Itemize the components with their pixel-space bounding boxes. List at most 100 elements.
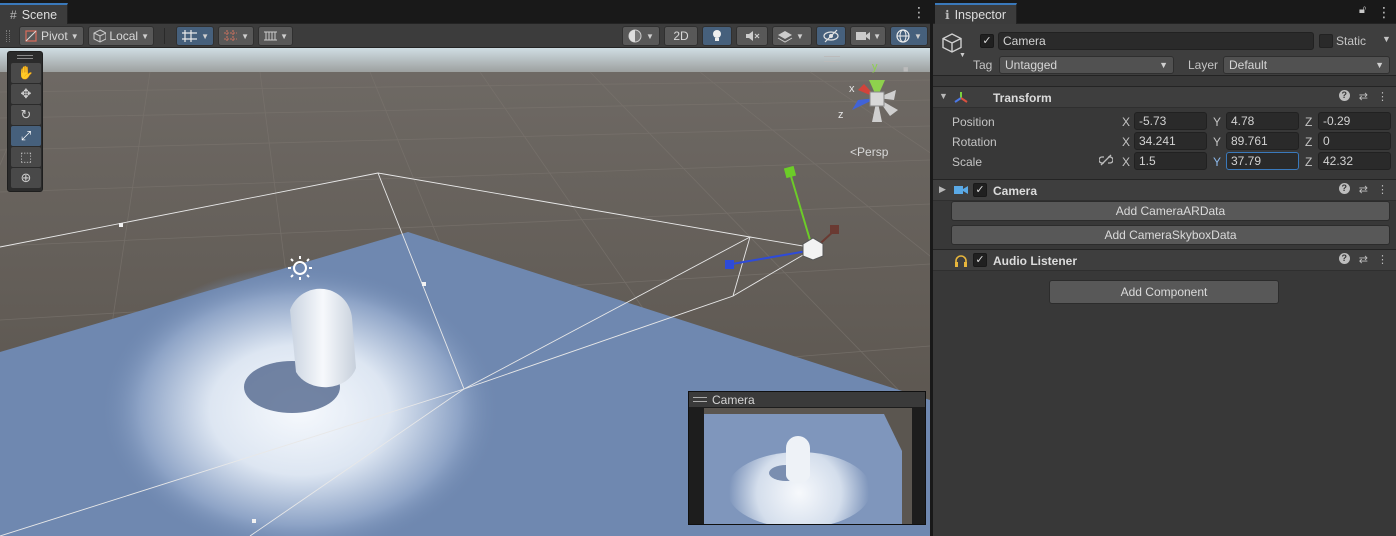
audio-listener-header[interactable]: ✓ Audio Listener ? ⇄ ⋮ bbox=[933, 249, 1396, 271]
position-y-field[interactable]: 4.78 bbox=[1226, 112, 1299, 130]
palette-grip[interactable] bbox=[11, 54, 39, 62]
pivot-dropdown[interactable]: Pivot ▼ bbox=[19, 26, 84, 46]
tab-scene[interactable]: # Scene bbox=[0, 3, 69, 24]
lighting-toggle[interactable] bbox=[702, 26, 732, 46]
projection-toggle[interactable]: <Persp bbox=[850, 145, 888, 159]
gizmos-dropdown[interactable]: ▼ bbox=[890, 26, 928, 46]
component-menu-icon[interactable]: ⋮ bbox=[1377, 183, 1388, 196]
hand-tool-button[interactable]: ✋ bbox=[11, 63, 41, 83]
rect-tool-button[interactable]: ⬚ bbox=[11, 147, 41, 167]
tag-dropdown[interactable]: Untagged ▼ bbox=[999, 56, 1174, 74]
position-x-label[interactable]: X bbox=[1122, 115, 1130, 129]
mode-2d-button[interactable]: 2D bbox=[664, 26, 698, 46]
effects-dropdown[interactable]: ▼ bbox=[772, 26, 812, 46]
add-camera-ardata-button[interactable]: Add CameraARData bbox=[951, 201, 1390, 221]
scale-x-field[interactable]: 1.5 bbox=[1134, 152, 1207, 170]
grid-visibility-toggle[interactable]: ▼ bbox=[258, 26, 293, 46]
light-bulb-icon bbox=[713, 30, 721, 41]
camera-component-header[interactable]: ▶ ✓ Camera ? ⇄ ⋮ bbox=[933, 179, 1396, 201]
object-name-field[interactable]: Camera bbox=[998, 32, 1314, 50]
move-tool-button[interactable]: ✥ bbox=[11, 84, 41, 104]
position-x-field[interactable]: -5.73 bbox=[1134, 112, 1207, 130]
lock-icon[interactable]: ■ bbox=[903, 64, 908, 74]
audio-listener-title: Audio Listener bbox=[993, 254, 1078, 268]
ruler-icon bbox=[264, 31, 278, 41]
capsule-object[interactable] bbox=[290, 288, 356, 388]
rotation-y-field[interactable]: 89.761 bbox=[1226, 132, 1299, 150]
local-dropdown[interactable]: Local ▼ bbox=[88, 26, 154, 46]
inspector-lock-icon[interactable]: 🔓︎ bbox=[1359, 4, 1366, 17]
gizmo-y-label: y bbox=[872, 61, 878, 73]
scale-tool-button[interactable]: ⤢ bbox=[11, 126, 41, 146]
position-z-label[interactable]: Z bbox=[1305, 115, 1312, 129]
scene-visibility-toggle[interactable] bbox=[816, 26, 846, 46]
transform-header[interactable]: ▼ Transform ? ⇄ ⋮ bbox=[933, 86, 1396, 108]
gizmo-menu-icon[interactable] bbox=[824, 56, 840, 62]
layer-value: Default bbox=[1229, 58, 1268, 72]
local-cube-icon bbox=[93, 29, 107, 43]
rotation-z-field[interactable]: 0 bbox=[1318, 132, 1391, 150]
audio-listener-enabled-checkbox[interactable]: ✓ bbox=[973, 253, 987, 267]
camera-preview-title: Camera bbox=[712, 392, 755, 407]
tab-inspector-label: Inspector bbox=[954, 7, 1006, 22]
draw-mode-dropdown[interactable]: ▼ bbox=[622, 26, 660, 46]
rotation-z-label[interactable]: Z bbox=[1305, 135, 1312, 149]
chevron-down-icon: ▼ bbox=[873, 31, 881, 41]
rotation-y-label[interactable]: Y bbox=[1213, 135, 1221, 149]
tab-inspector[interactable]: ℹ Inspector bbox=[935, 3, 1017, 24]
shading-sphere-icon bbox=[628, 29, 642, 43]
camera-preview-overlay[interactable]: Camera bbox=[688, 391, 926, 525]
component-menu-icon[interactable]: ⋮ bbox=[1377, 90, 1388, 103]
scene-menu-icon[interactable]: ⋮ bbox=[912, 5, 926, 19]
add-camera-skyboxdata-button[interactable]: Add CameraSkyboxData bbox=[951, 225, 1390, 245]
layer-dropdown[interactable]: Default ▼ bbox=[1223, 56, 1390, 74]
scale-z-label[interactable]: Z bbox=[1305, 155, 1312, 169]
foldout-closed-icon[interactable]: ▶ bbox=[939, 184, 946, 195]
rotate-tool-button[interactable]: ↻ bbox=[11, 105, 41, 125]
component-menu-icon[interactable]: ⋮ bbox=[1377, 253, 1388, 266]
chevron-down-icon: ▼ bbox=[796, 31, 804, 41]
gameobject-cube-icon[interactable] bbox=[941, 32, 963, 54]
help-icon[interactable]: ? bbox=[1338, 253, 1350, 264]
pivot-label: Pivot bbox=[41, 29, 68, 43]
chevron-down-icon: ▼ bbox=[241, 31, 249, 41]
rotation-x-field[interactable]: 34.241 bbox=[1134, 132, 1207, 150]
position-y-label[interactable]: Y bbox=[1213, 115, 1221, 129]
scene-toolbar: Pivot ▼ Local ▼ ▼ ▼ ▼ ▼ 2D ▼ ▼ ▼ bbox=[0, 24, 930, 48]
position-z-field[interactable]: -0.29 bbox=[1318, 112, 1391, 130]
help-icon[interactable]: ? bbox=[1338, 90, 1350, 101]
unlinked-chain-icon[interactable] bbox=[1099, 154, 1113, 166]
inspector-panel: ℹ Inspector 🔓︎ ⋮ ▼ ✓ Camera Static ▼ Tag… bbox=[933, 0, 1396, 536]
scale-y-field[interactable]: 37.79 bbox=[1226, 152, 1299, 170]
inspector-menu-icon[interactable]: ⋮ bbox=[1377, 5, 1391, 19]
add-component-button[interactable]: Add Component bbox=[1049, 280, 1279, 304]
chevron-down-icon[interactable]: ▼ bbox=[1382, 34, 1391, 44]
toolbar-grip[interactable] bbox=[6, 30, 10, 42]
scale-x-label[interactable]: X bbox=[1122, 155, 1130, 169]
audio-toggle[interactable] bbox=[736, 26, 768, 46]
grid-snap-icon bbox=[182, 30, 197, 42]
presets-icon[interactable]: ⇄ bbox=[1359, 253, 1368, 266]
increment-snap-toggle[interactable]: ▼ bbox=[218, 26, 254, 46]
help-icon[interactable]: ? bbox=[1338, 183, 1350, 194]
scale-z-field[interactable]: 42.32 bbox=[1318, 152, 1391, 170]
effects-layers-icon bbox=[777, 31, 793, 43]
static-checkbox[interactable] bbox=[1319, 34, 1333, 48]
camera-component-icon bbox=[954, 186, 968, 194]
inspector-tabbar: ℹ Inspector 🔓︎ ⋮ bbox=[933, 0, 1396, 24]
camera-enabled-checkbox[interactable]: ✓ bbox=[973, 183, 987, 197]
presets-icon[interactable]: ⇄ bbox=[1359, 90, 1368, 103]
chevron-down-icon[interactable]: ▼ bbox=[959, 52, 966, 59]
camera-component-title: Camera bbox=[993, 184, 1038, 198]
presets-icon[interactable]: ⇄ bbox=[1359, 183, 1368, 196]
camera-preview-header[interactable]: Camera bbox=[689, 392, 925, 407]
static-label: Static bbox=[1336, 34, 1367, 48]
active-checkbox[interactable]: ✓ bbox=[980, 34, 994, 48]
foldout-open-icon[interactable]: ▼ bbox=[939, 91, 948, 101]
rotation-x-label[interactable]: X bbox=[1122, 135, 1130, 149]
scene-camera-dropdown[interactable]: ▼ bbox=[850, 26, 886, 46]
scale-y-label[interactable]: Y bbox=[1213, 155, 1221, 169]
drag-grip-icon[interactable] bbox=[693, 397, 707, 402]
transform-tool-button[interactable]: ⊕ bbox=[11, 168, 41, 188]
grid-snap-toggle[interactable]: ▼ bbox=[176, 26, 214, 46]
